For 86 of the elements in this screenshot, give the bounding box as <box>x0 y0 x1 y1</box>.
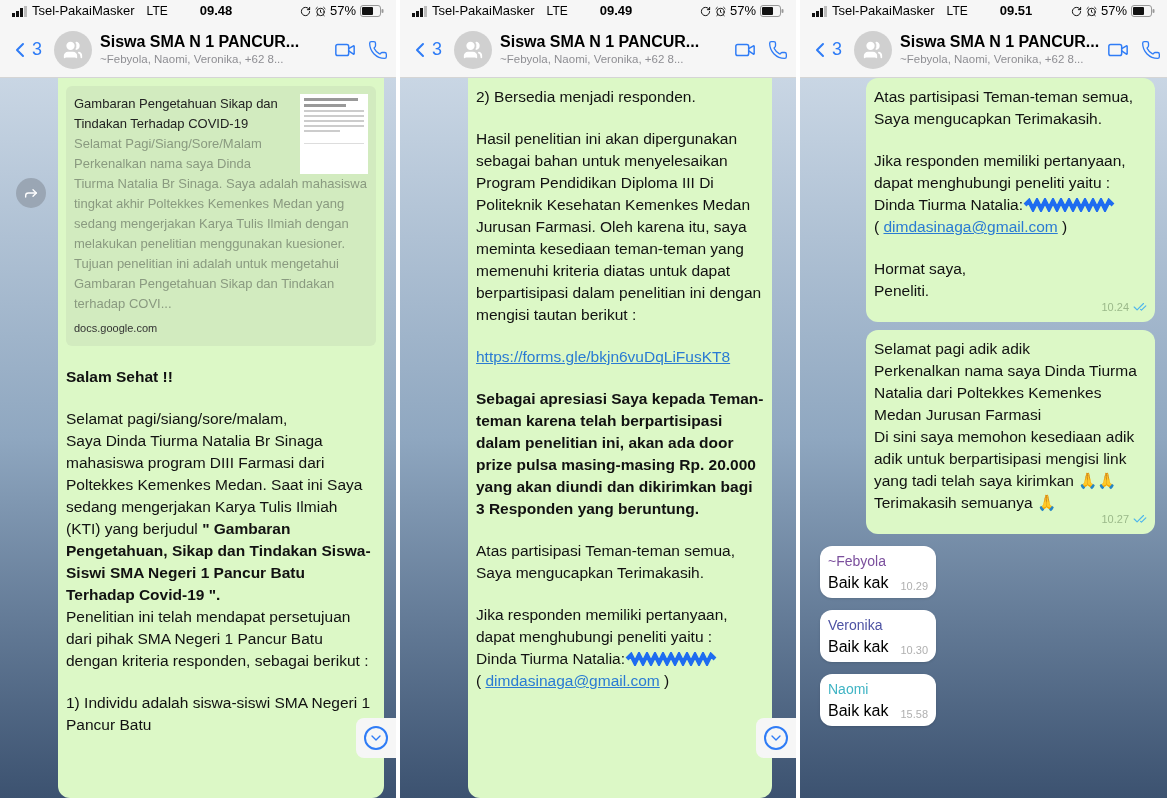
voice-call-button[interactable] <box>768 39 788 60</box>
email-link[interactable]: dimdasinaga@gmail.com <box>883 218 1058 235</box>
rotation-lock-icon <box>299 5 311 17</box>
scroll-down-button[interactable] <box>756 718 796 758</box>
message-text: Peneliti. <box>874 281 931 301</box>
back-button[interactable]: 3 <box>8 36 42 63</box>
message-text: Hormat saya, <box>874 259 968 279</box>
contact-name: Dinda Tiurma Natalia: <box>476 649 626 669</box>
rotation-lock-icon <box>1070 5 1082 17</box>
carrier-name: Tsel-PakaiMasker <box>32 2 135 21</box>
clock-time: 09.51 <box>999 2 1033 21</box>
message-text: Baik kak <box>828 701 889 721</box>
message-text: Saya mengucapkan Terimakasih. <box>874 109 1104 129</box>
message-text: Baik kak <box>828 637 889 657</box>
message-time: 10.24 <box>1101 300 1129 315</box>
message-text: 1) Individu adalah siswa-siswi SMA Negeri 1 Pancur Batu <box>66 693 372 735</box>
email-line: ( dimdasinaga@gmail.com ) <box>476 671 671 691</box>
chat-members: ~Febyola, Naomi, Veronika, +62 8... <box>900 52 1085 67</box>
alarm-icon <box>714 5 726 17</box>
message-text: Salam Sehat !! <box>66 367 174 387</box>
message-text: Hasil penelitian ini akan dipergunakan sebagai bahan untuk menyelesaikan Program Pendidikan Diploma III Di Politeknik Kesehatan Kemenkes Medan Jurusan Farmasi. Oleh karena itu, saya meminta kesediaan teman-teman yang memenuhi kriteria diatas untuk dapat berpartisipasi dalam penelitian ini dengan mengisi tautan berikut : <box>476 129 763 325</box>
rotation-lock-icon <box>699 5 711 17</box>
sender-name: Naomi <box>828 680 870 699</box>
message-time: 10.29 <box>900 579 928 594</box>
chat-title[interactable]: Siswa SMA N 1 PANCUR... <box>900 32 1100 53</box>
message-text: Saya Dinda Tiurma Natalia Br Sinaga mahasiswa program DIII Farmasi dari Poltekkes Kemenkes Medan. Saat ini Saya sedang mengerjakan Karya Tulis Ilmiah (KTI) yang berjudul " Gambaran Pengetahuan, Sikap dan Tindakan Siswa-Siswi SMA Negeri 1 Pancur Batu Terhadap Covid-19 ". <box>66 431 372 605</box>
group-icon <box>863 39 883 60</box>
chat-members: ~Febyola, Naomi, Veronika, +62 8... <box>500 52 685 67</box>
message-text: Selamat pagi/siang/sore/malam, <box>66 409 289 429</box>
chat-title[interactable]: Siswa SMA N 1 PANCUR... <box>500 32 700 53</box>
message-text: Di sini saya memohon kesediaan adik adik untuk berpartisipasi mengisi link yang tadi telah saya kirimkan 🙏🙏 <box>874 427 1136 491</box>
message-text: Saya mengucapkan Terimakasih. <box>476 563 706 583</box>
chat-title[interactable]: Siswa SMA N 1 PANCUR... <box>100 32 300 53</box>
alarm-icon <box>1085 5 1097 17</box>
form-link[interactable]: https://forms.gle/bkjn6vuDqLiFusKT8 <box>476 348 731 365</box>
group-icon <box>63 39 83 60</box>
signal-icon <box>812 5 828 17</box>
signal-icon <box>412 5 428 17</box>
link-preview[interactable] <box>66 86 376 346</box>
signal-icon <box>12 5 28 17</box>
voice-call-button[interactable] <box>1141 39 1162 60</box>
network-type: LTE <box>946 3 968 20</box>
preview-title: Gambaran Pengetahuan Sikap dan Tindakan Terhadap COVID-19 <box>74 95 279 133</box>
message-text: Atas partisipasi Teman-teman semua, <box>476 541 737 561</box>
preview-description: Selamat Pagi/Siang/Sore/Malam Perkenalkan nama saya Dinda Tiurma Natalia Br Sinaga. Saya adalah mahasiswa tingkat akhir Poltekkes Kemenkes Medan yang sedang mengerjakan Karya Tulis Ilmiah dengan melakukan penelitian menggunakan kuesioner. Tujuan penelitian ini adalah untuk mengetahui Gambaran Pengetahuan Sikap dan Tindakan terhadap COVI... <box>74 135 368 313</box>
message-text: Jika responden memiliki pertanyaan, <box>874 151 1127 171</box>
message-time: 10.27 <box>1101 512 1129 527</box>
message-text: Penelitian ini telah mendapat persetujuan dari pihak SMA Negeri 1 Pancur Batu dengan kriteria responden, sebagai berikut : <box>66 607 370 671</box>
forward-button[interactable] <box>16 178 46 208</box>
scroll-down-button[interactable] <box>356 718 396 758</box>
email-line: ( dimdasinaga@gmail.com ) <box>874 217 1069 237</box>
clock-time: 09.48 <box>199 2 233 21</box>
message-text: Sebagai apresiasi Saya kepada Teman-teman karena telah berpartisipasi dalam penelitian ini, akan ada door prize pulsa masing-masing Rp. 20.000 yang akan diundi dan dikirimkan bagi 3 Responden yang beruntung. <box>476 389 764 519</box>
carrier-name: Tsel-PakaiMasker <box>432 2 535 21</box>
carrier-name: Tsel-PakaiMasker <box>832 2 935 21</box>
back-button[interactable]: 3 <box>408 36 442 63</box>
message-text: Baik kak <box>828 573 889 593</box>
message-text: Selamat pagi adik adik <box>874 339 1031 359</box>
battery-percent: 57% <box>729 2 756 21</box>
message-time: 10.30 <box>900 643 928 658</box>
message-text: Terimakasih semuanya 🙏 <box>874 493 1057 513</box>
message-text: 2) Bersedia menjadi responden. <box>476 87 697 107</box>
voice-call-button[interactable] <box>368 39 388 60</box>
email-link[interactable]: dimdasinaga@gmail.com <box>485 672 660 689</box>
battery-icon <box>1131 5 1155 17</box>
message-time: 15.58 <box>900 707 928 722</box>
battery-percent: 57% <box>1100 2 1127 21</box>
sender-name: Veronika <box>828 616 884 635</box>
message-text: Jika responden memiliki pertanyaan, <box>476 605 729 625</box>
message-text: dapat menghubungi peneliti yaitu : <box>476 627 714 647</box>
network-type: LTE <box>146 3 168 20</box>
message-text: dapat menghubungi peneliti yaitu : <box>874 173 1112 193</box>
battery-icon <box>360 5 384 17</box>
contact-name: Dinda Tiurma Natalia: <box>874 195 1024 215</box>
back-button[interactable]: 3 <box>808 36 842 63</box>
preview-domain: docs.google.com <box>74 321 159 336</box>
group-icon <box>463 39 483 60</box>
battery-icon <box>760 5 784 17</box>
message-text: Perkenalkan nama saya Dinda Tiurma Natalia dari Poltekkes Kemenkes Medan Jurusan Farmasi <box>874 361 1138 425</box>
message-text: Atas partisipasi Teman-teman semua, <box>874 87 1135 107</box>
clock-time: 09.49 <box>599 2 633 21</box>
chat-members: ~Febyola, Naomi, Veronika, +62 8... <box>100 52 285 67</box>
alarm-icon <box>314 5 326 17</box>
network-type: LTE <box>546 3 568 20</box>
battery-percent: 57% <box>329 2 356 21</box>
sender-name: ~Febyola <box>828 552 887 571</box>
